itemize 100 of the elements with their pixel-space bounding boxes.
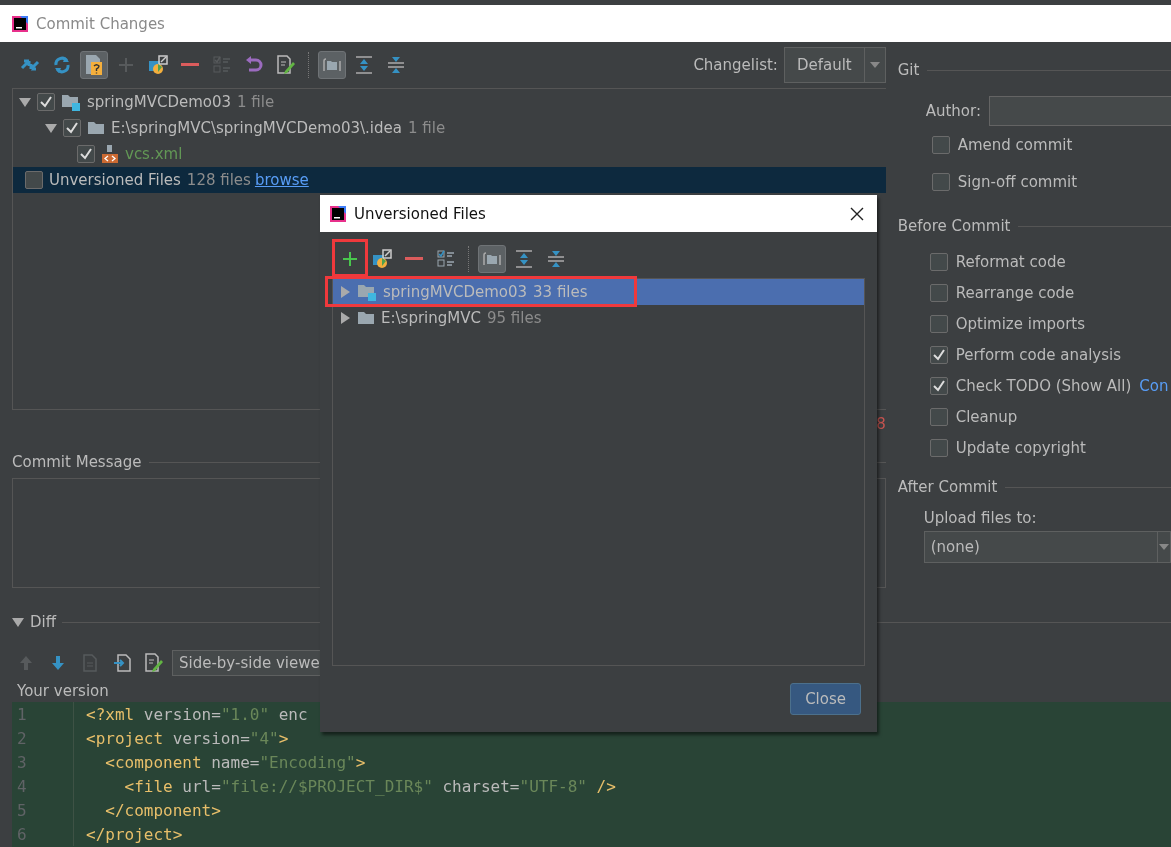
- question-file-icon: [85, 54, 103, 76]
- checkbox[interactable]: [25, 171, 43, 189]
- down-arrow-icon: [51, 655, 65, 671]
- collapse-all-icon: [547, 250, 565, 268]
- option-label: Perform code analysis: [955, 345, 1122, 364]
- code-line: <project version="4">: [85, 728, 289, 748]
- dialog-title: Unversioned Files: [354, 204, 487, 223]
- checkbox[interactable]: [929, 438, 948, 457]
- tree-row[interactable]: E:\springMVC 95 files: [333, 305, 864, 331]
- folder-icon: [483, 251, 501, 267]
- option-label: Rearrange code: [955, 283, 1075, 302]
- expand-all-icon: [515, 250, 533, 268]
- section-title: Commit Message: [12, 453, 142, 471]
- section-title: After Commit: [897, 478, 998, 496]
- checkbox[interactable]: [929, 407, 948, 426]
- upload-label: Upload files to:: [923, 509, 1038, 527]
- module-folder-icon: [61, 93, 81, 111]
- dropdown-arrow-icon: [869, 62, 880, 68]
- import-icon: [113, 654, 131, 672]
- option-label: Reformat code: [955, 252, 1066, 271]
- section-title: Diff: [30, 613, 57, 631]
- document-icon: [82, 654, 98, 672]
- option-label: Amend commit: [957, 135, 1073, 154]
- checkbox[interactable]: [929, 283, 948, 302]
- expand-all-icon: [355, 56, 373, 74]
- code-line: <component name="Encoding">: [104, 752, 366, 772]
- app-logo-icon: [328, 203, 348, 224]
- folder-icon: [357, 311, 375, 325]
- toolbar-button[interactable]: [80, 51, 108, 79]
- node-label: springMVCDemo03: [87, 93, 232, 111]
- checklist-icon: [437, 250, 455, 268]
- node-label: springMVCDemo03: [383, 283, 528, 301]
- file-count: 128 files: [186, 171, 251, 189]
- code-line: </component>: [104, 800, 221, 820]
- tree-row[interactable]: E:\springMVC\springMVCDemo03\.idea 1 file: [13, 115, 886, 141]
- folder-icon: [87, 121, 105, 135]
- close-button[interactable]: Close: [790, 683, 861, 715]
- node-label: vcs.xml: [125, 145, 183, 163]
- browse-link[interactable]: browse: [254, 171, 309, 189]
- checkbox[interactable]: [929, 376, 948, 395]
- checkbox[interactable]: [929, 252, 948, 271]
- error-count: 8: [876, 415, 886, 433]
- section-title: Before Commit: [897, 217, 1011, 235]
- option-label: Check TODO (Show All): [955, 376, 1132, 395]
- shapes-icon: [148, 55, 168, 75]
- option-label: Update copyright: [955, 438, 1086, 457]
- changelist-label: Changelist:: [693, 56, 778, 74]
- folder-icon: [323, 57, 341, 73]
- plus-icon: [342, 251, 358, 267]
- checkbox[interactable]: [929, 314, 948, 333]
- file-count: 33 files: [533, 283, 588, 301]
- file-count: 1 file: [237, 93, 275, 111]
- checkbox[interactable]: [37, 93, 55, 111]
- app-logo-icon: [10, 13, 30, 34]
- code-line: </project>: [85, 824, 183, 844]
- toolbar-button[interactable]: [318, 51, 346, 79]
- author-label: Author:: [925, 102, 981, 120]
- checkbox[interactable]: [931, 135, 950, 154]
- section-title: Git: [897, 61, 920, 79]
- undo-icon: [245, 56, 263, 74]
- code-line: <?xml version="1.0" enc: [85, 704, 308, 724]
- file-count: 95 files: [486, 309, 542, 327]
- node-label: E:\springMVC\springMVCDemo03\.idea: [111, 119, 402, 137]
- checkbox[interactable]: [63, 119, 81, 137]
- checkbox[interactable]: [931, 172, 950, 191]
- changelist-dropdown[interactable]: Default: [783, 47, 886, 83]
- refresh-icon: [52, 55, 72, 75]
- minus-icon: [181, 63, 199, 67]
- shapes-icon: [372, 249, 392, 269]
- tree-row[interactable]: Unversioned Files 128 files browse: [13, 167, 886, 193]
- expand-arrow-icon[interactable]: [339, 286, 351, 298]
- edit-icon: [276, 55, 296, 75]
- collapse-arrow-icon[interactable]: [19, 96, 31, 108]
- tree-row[interactable]: springMVCDemo03 33 files: [333, 279, 864, 305]
- caption: Your version: [17, 681, 109, 702]
- window-title: Commit Changes: [36, 14, 165, 33]
- minus-icon: [405, 257, 423, 261]
- checkbox[interactable]: [929, 345, 948, 364]
- author-field[interactable]: [989, 96, 1171, 126]
- tree-row[interactable]: vcs.xml: [13, 141, 886, 167]
- edit-icon: [144, 653, 164, 673]
- option-label: Cleanup: [955, 407, 1018, 426]
- node-label: Unversioned Files: [49, 171, 181, 189]
- configure-link[interactable]: Con: [1139, 376, 1169, 395]
- code-line: <file url="file://$PROJECT_DIR$" charset="UTF-8" />: [123, 776, 616, 796]
- node-label: E:\springMVC: [381, 309, 481, 327]
- toolbar-button[interactable]: [478, 245, 506, 273]
- collapse-arrow-icon[interactable]: [12, 616, 24, 628]
- collapse-arrow-icon[interactable]: [45, 122, 57, 134]
- file-count: 1 file: [408, 119, 446, 137]
- expand-arrow-icon[interactable]: [339, 312, 351, 324]
- checkbox[interactable]: [77, 145, 95, 163]
- tree-row[interactable]: springMVCDemo03 1 file: [13, 89, 886, 115]
- collapse-all-icon: [387, 56, 405, 74]
- option-label: Sign-off commit: [957, 172, 1078, 191]
- option-label: Optimize imports: [955, 314, 1086, 333]
- module-folder-icon: [357, 283, 377, 301]
- plus-icon: [118, 57, 134, 73]
- dropdown-arrow-icon: [1159, 544, 1169, 550]
- upload-dropdown[interactable]: (none): [923, 531, 1171, 563]
